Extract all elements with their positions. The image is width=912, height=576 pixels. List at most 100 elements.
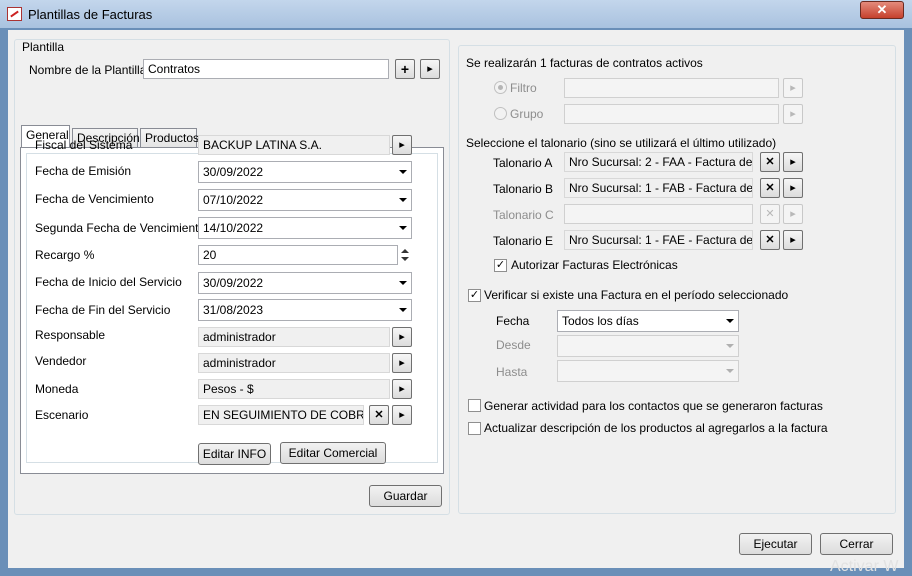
inicio-servicio-value: 30/09/2022 [203,276,264,290]
talonario-b-select-button[interactable]: ▸ [783,178,803,198]
talonario-c-select-button[interactable]: ▸ [783,204,803,224]
dropdown-arrow-icon [399,198,407,202]
vendedor-field: administrador [198,353,390,373]
invoice-app-icon [7,7,22,21]
verificar-label: Verificar si existe una Factura en el pe… [484,288,789,302]
talonario-a-label: Talonario A [493,156,553,170]
filtro-radio[interactable] [494,81,507,94]
emision-date-picker[interactable]: 30/09/2022 [198,161,412,183]
vencimiento-label: Fecha de Vencimiento [35,192,154,206]
hasta-dropdown[interactable] [557,360,739,382]
moneda-field: Pesos - $ [198,379,390,399]
ejecutar-button[interactable]: Ejecutar [739,533,812,555]
title-bar: Plantillas de Facturas ✕ [0,0,912,28]
fin-servicio-label: Fecha de Fin del Servicio [35,303,171,317]
responsable-select-button[interactable]: ▸ [392,327,412,347]
fin-servicio-value: 31/08/2023 [203,303,264,317]
recargo-spinner[interactable] [398,245,412,265]
talonario-c-clear-button[interactable]: ✕ [760,204,780,224]
generar-label: Generar actividad para los contactos que… [484,399,823,413]
template-name-label: Nombre de la Plantilla [29,63,147,77]
spin-up-icon[interactable] [401,249,409,253]
responsable-label: Responsable [35,328,106,342]
recargo-label: Recargo % [35,248,95,262]
autorizar-label: Autorizar Facturas Electrónicas [511,258,678,272]
plantilla-group-label: Plantilla [22,40,65,54]
window: Plantillas de Facturas ✕ Plantilla Nombr… [0,0,912,576]
emision-value: 30/09/2022 [203,165,264,179]
close-window-button[interactable]: ✕ [860,1,904,19]
talonario-a-select-button[interactable]: ▸ [783,152,803,172]
spin-down-icon[interactable] [401,257,409,261]
talonario-a-clear-button[interactable]: ✕ [760,152,780,172]
segunda-vencimiento-value: 14/10/2022 [203,221,264,235]
escenario-label: Escenario [35,408,89,422]
segunda-vencimiento-date-picker[interactable]: 14/10/2022 [198,217,412,239]
editar-comercial-button[interactable]: Editar Comercial [280,442,386,464]
grupo-select-button[interactable]: ▸ [783,104,803,124]
vencimiento-date-picker[interactable]: 07/10/2022 [198,189,412,211]
recargo-input[interactable]: 20 [198,245,398,265]
tab-productos[interactable]: Productos [140,128,199,148]
fecha-dropdown[interactable]: Todos los días [557,310,739,332]
talonario-c-label: Talonario C [493,208,554,222]
fiscal-label: Fiscal del Sistema [35,138,133,152]
talonario-e-select-button[interactable]: ▸ [783,230,803,250]
fiscal-field: BACKUP LATINA S.A. [198,135,390,155]
escenario-select-button[interactable]: ▸ [392,405,412,425]
talonario-a-field: Nro Sucursal: 2 - FAA - Factura de Ven [564,152,753,172]
guardar-button[interactable]: Guardar [369,485,442,507]
hasta-label: Hasta [496,365,528,379]
talonario-c-field [564,204,753,224]
talonario-b-label: Talonario B [493,182,554,196]
editar-info-button[interactable]: Editar INFO [198,443,271,465]
verificar-checkbox[interactable]: ✓ [468,289,481,302]
inicio-servicio-label: Fecha de Inicio del Servicio [35,275,182,289]
activate-windows-watermark: Activar W [830,558,899,575]
actualizar-label: Actualizar descripción de los productos … [484,421,828,435]
vendedor-label: Vendedor [35,354,87,368]
fiscal-select-button[interactable]: ▸ [392,135,412,155]
desde-dropdown[interactable] [557,335,739,357]
dropdown-arrow-icon [399,226,407,230]
escenario-clear-button[interactable]: ✕ [369,405,389,425]
emision-label: Fecha de Emisión [35,164,132,178]
responsable-field: administrador [198,327,390,347]
generar-checkbox[interactable] [468,399,481,412]
template-name-input[interactable]: Contratos [143,59,389,79]
vendedor-select-button[interactable]: ▸ [392,353,412,373]
grupo-field [564,104,779,124]
grupo-radio[interactable] [494,107,507,120]
cerrar-button[interactable]: Cerrar [820,533,893,555]
talonario-e-clear-button[interactable]: ✕ [760,230,780,250]
filtro-label: Filtro [510,81,537,95]
dropdown-arrow-icon [726,319,734,323]
talonario-e-field: Nro Sucursal: 1 - FAE - Factura de Ven [564,230,753,250]
dropdown-arrow-icon [399,308,407,312]
dropdown-arrow-icon [726,369,734,373]
dropdown-arrow-icon [399,170,407,174]
desde-label: Desde [496,338,531,352]
dropdown-arrow-icon [399,281,407,285]
talonario-e-label: Talonario E [493,234,554,248]
autorizar-checkbox[interactable]: ✓ [494,259,507,272]
inicio-servicio-date-picker[interactable]: 30/09/2022 [198,272,412,294]
fin-servicio-date-picker[interactable]: 31/08/2023 [198,299,412,321]
talonario-header: Seleccione el talonario (sino se utiliza… [466,136,777,150]
filtro-field [564,78,779,98]
talonario-b-field: Nro Sucursal: 1 - FAB - Factura de Ven [564,178,753,198]
window-title: Plantillas de Facturas [28,7,153,22]
actualizar-checkbox[interactable] [468,422,481,435]
talonario-b-clear-button[interactable]: ✕ [760,178,780,198]
escenario-field: EN SEGUIMIENTO DE COBRAN [198,405,364,425]
dropdown-arrow-icon [726,344,734,348]
filtro-select-button[interactable]: ▸ [783,78,803,98]
dialog-client-area: Plantilla Nombre de la Plantilla Contrat… [8,30,904,575]
add-template-button[interactable]: + [395,59,415,79]
moneda-select-button[interactable]: ▸ [392,379,412,399]
template-next-button[interactable]: ▸ [420,59,440,79]
facturas-summary: Se realizarán 1 facturas de contratos ac… [466,56,703,70]
vencimiento-value: 07/10/2022 [203,193,264,207]
segunda-vencimiento-label: Segunda Fecha de Vencimiento [35,221,206,235]
fecha-value: Todos los días [562,314,639,328]
